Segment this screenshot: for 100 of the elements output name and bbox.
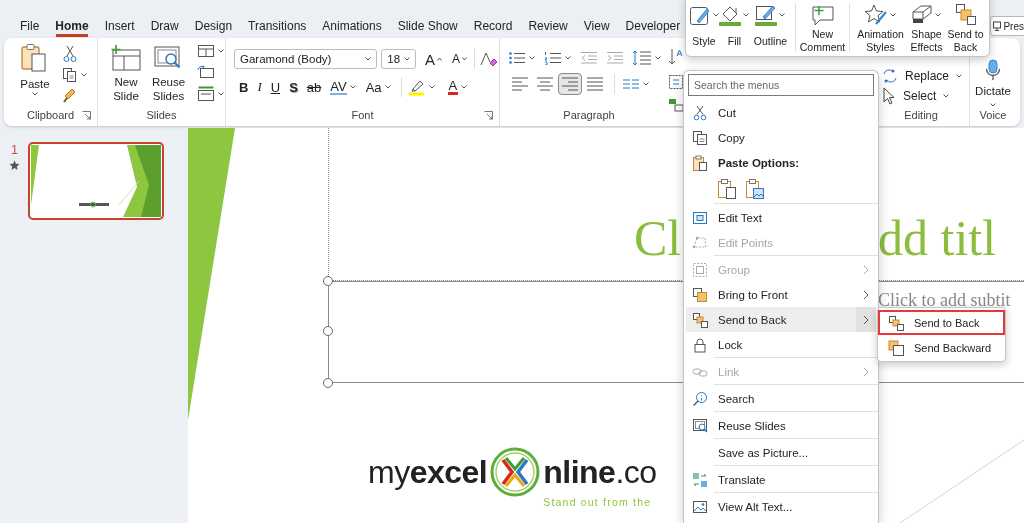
ribbon-tab[interactable]: Transitions	[240, 14, 315, 38]
paste-button[interactable]: Paste	[18, 43, 52, 106]
logo-icon	[489, 446, 542, 498]
ribbon-tab[interactable]: Animations	[314, 14, 390, 38]
menu-item[interactable]: Edit Text	[686, 205, 876, 230]
menu-item[interactable]: Copy	[686, 125, 876, 150]
ribbon-tab[interactable]: File	[12, 14, 48, 38]
scissors-icon[interactable]	[62, 45, 78, 63]
align-text-icon[interactable]	[668, 74, 684, 90]
toolbar-button[interactable]: Send to Back	[946, 3, 985, 56]
menu-item[interactable]: Reuse Slides	[686, 413, 876, 438]
picture-icon	[692, 498, 708, 515]
menu-item[interactable]: Send to Back	[686, 307, 876, 332]
section-icon[interactable]	[197, 86, 215, 102]
ribbon-tab[interactable]: View	[575, 14, 618, 38]
menu-item[interactable]: Search	[686, 386, 876, 411]
menu-item[interactable]: Translate	[686, 467, 876, 492]
bullets-icon[interactable]	[508, 51, 526, 65]
format-button[interactable]: U	[267, 77, 284, 97]
toolbar-button[interactable]: Style	[689, 3, 719, 56]
ribbon-tab[interactable]: Record	[465, 14, 521, 38]
format-button[interactable]: Aa	[362, 77, 395, 97]
present-button[interactable]: Pres	[990, 16, 1024, 36]
toolbar-button[interactable]: Animation Styles	[854, 3, 907, 56]
ribbon-tab[interactable]: Review	[520, 14, 576, 38]
font-color-button[interactable]: A	[444, 77, 472, 97]
resize-handle[interactable]	[323, 378, 333, 388]
group-label: Voice	[979, 109, 1007, 121]
logo-tagline: Stand out from the	[543, 496, 653, 508]
reuse-slides-button[interactable]: Reuse Slides	[150, 44, 187, 106]
highlighter-icon[interactable]	[407, 78, 426, 96]
chevron-down-icon	[564, 55, 572, 61]
pointer-icon[interactable]	[881, 87, 897, 105]
toolbar-button[interactable]: Fill	[719, 3, 750, 56]
chevron-down-icon	[742, 12, 750, 18]
line-spacing-icon[interactable]	[632, 50, 652, 66]
copy-icon	[692, 129, 708, 146]
clear-formatting-icon[interactable]	[479, 51, 499, 67]
menu-section-label: Paste Options:	[718, 156, 801, 169]
star-icon	[9, 160, 20, 171]
chevron-down-icon	[364, 56, 373, 62]
ribbon-tab[interactable]: Developer	[617, 14, 689, 38]
chevron-down-icon	[427, 84, 436, 90]
select-button[interactable]: Select	[881, 86, 969, 106]
format-button[interactable]: I	[254, 77, 265, 97]
ribbon-tab[interactable]: Slide Show	[389, 14, 466, 38]
numbering-icon[interactable]	[544, 51, 562, 65]
resize-handle[interactable]	[323, 326, 333, 336]
replace-icon[interactable]	[881, 67, 899, 85]
text-direction-icon[interactable]	[668, 48, 684, 66]
new-slide-button[interactable]: New Slide	[108, 44, 144, 106]
ribbon-tab[interactable]: Design	[186, 14, 241, 38]
new-slide-icon	[110, 44, 142, 72]
menu-item[interactable]: Send Backward	[878, 335, 1005, 360]
smartart-icon[interactable]	[668, 98, 684, 112]
ribbon-tab[interactable]: Insert	[96, 14, 143, 38]
menu-item[interactable]: Lock	[686, 332, 876, 357]
shrink-font-button[interactable]: A	[449, 49, 471, 69]
microphone-icon	[985, 59, 1001, 81]
paste-icon[interactable]	[717, 178, 737, 200]
dialog-launcher-icon[interactable]	[82, 111, 91, 120]
replace-button[interactable]: Replace	[881, 66, 969, 86]
send-to-back-icon	[692, 311, 708, 328]
group-label: Font	[351, 109, 374, 121]
format-button[interactable]: S	[286, 77, 301, 97]
toolbar-button[interactable]: Shape Effects	[907, 3, 946, 56]
chevron-down-icon	[217, 48, 225, 54]
ribbon-tab[interactable]: Draw	[142, 14, 187, 38]
menu-item[interactable]: Send to Back	[878, 310, 1005, 335]
grow-font-button[interactable]: A	[422, 49, 446, 69]
comment-icon	[810, 3, 835, 27]
menu-item[interactable]: Bring to Front	[686, 282, 876, 307]
layout-icon[interactable]	[197, 44, 215, 58]
chevron-down-icon	[528, 55, 536, 61]
search-field[interactable]: Search the menus	[688, 74, 874, 96]
clipboard-icon	[692, 154, 708, 171]
format-button[interactable]: AV	[327, 77, 360, 97]
menu-item[interactable]: View Alt Text...	[686, 494, 876, 519]
format-button[interactable]: B	[236, 77, 252, 97]
logo-text: myexcel	[368, 453, 488, 492]
toolbar-button[interactable]: Outline	[750, 3, 791, 56]
caret-up-icon	[437, 57, 443, 61]
group-label: Clipboard	[26, 109, 75, 121]
text-box-icon	[692, 209, 708, 226]
toolbar-button[interactable]: New Comment	[800, 3, 845, 56]
dialog-launcher-icon[interactable]	[484, 111, 493, 120]
dictate-button[interactable]: Dictate	[975, 59, 1011, 106]
font-name-field[interactable]: Garamond (Body)	[234, 49, 378, 69]
format-button[interactable]: ab	[303, 77, 325, 97]
reset-icon[interactable]	[197, 65, 215, 79]
resize-handle[interactable]	[323, 276, 333, 286]
font-size-field[interactable]: 18	[381, 49, 416, 69]
menu-item[interactable]: Save as Picture...	[686, 440, 876, 465]
menu-item[interactable]: Cut	[686, 100, 876, 125]
format-painter-icon[interactable]	[62, 87, 78, 103]
chevron-down-icon	[778, 12, 786, 18]
copy-icon[interactable]	[62, 67, 78, 83]
paste-picture-icon[interactable]	[745, 178, 765, 200]
group-label: Editing	[904, 109, 938, 121]
align-button[interactable]	[558, 73, 582, 95]
